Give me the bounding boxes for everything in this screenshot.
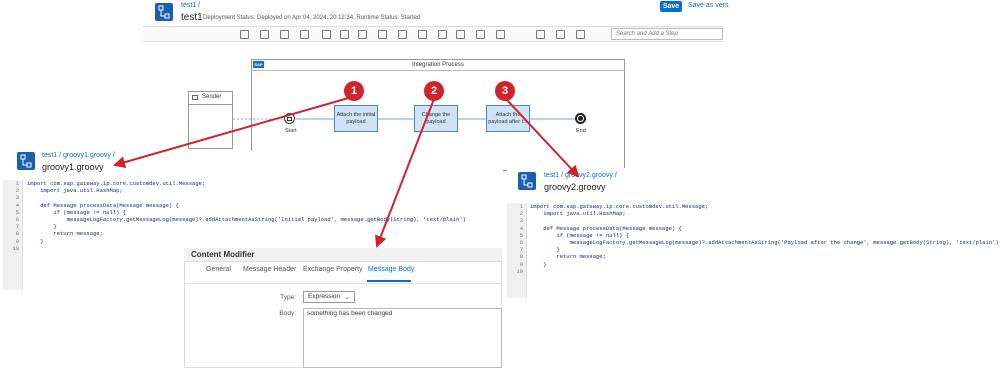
line-number: 1	[519, 203, 523, 210]
groovy1-title: groovy1.groovy	[42, 162, 104, 172]
script-icon	[518, 172, 536, 190]
step-label: Change the payload	[421, 112, 451, 125]
code-line: import java.util.HashMap;	[530, 210, 626, 218]
body-textarea[interactable]: something has been changed	[303, 308, 502, 368]
groovy1-gutter: 1 2 3 4 5 6 7 8 9 10	[3, 180, 23, 290]
line-number: 10	[12, 244, 19, 252]
code-line: return message;	[530, 253, 606, 261]
line-number: 3	[519, 217, 523, 225]
step-change-payload[interactable]: Change the payload	[414, 105, 458, 132]
code-line: }	[27, 237, 44, 245]
line-number: 2	[15, 187, 19, 195]
start-label: Start	[285, 128, 297, 134]
code-line: if (message != null) {	[530, 231, 630, 239]
line-number: 9	[15, 237, 19, 245]
step-attach-payload-after[interactable]: Attach the payload after t...	[486, 105, 530, 132]
end-label: End	[576, 128, 586, 134]
body-label: Body:	[279, 310, 296, 317]
type-select[interactable]: Expression ⌄	[303, 291, 355, 303]
active-tab-indicator	[367, 280, 411, 282]
end-event[interactable]	[575, 113, 586, 124]
line-number: 10	[516, 267, 523, 275]
step-attach-initial-payload[interactable]: Attach the initial payload	[334, 105, 378, 132]
line-number: 2	[519, 210, 523, 218]
groovy2-breadcrumb[interactable]: test1 / groovy2.groovy /	[544, 172, 617, 179]
code-line: def Message processData(Message message)…	[530, 224, 682, 232]
code-line: }	[530, 260, 547, 268]
tab-divider	[184, 283, 502, 284]
type-label: Type:	[280, 294, 296, 301]
tab-message-body[interactable]: Message Body	[368, 266, 414, 273]
code-line: import java.util.HashMap;	[27, 187, 123, 195]
groovy2-title: groovy2.groovy	[544, 182, 606, 192]
groovy2-gutter: 1 2 3 4 5 6 7 8 9 10	[507, 203, 527, 298]
groovy2-code-editor[interactable]: import com.sap.gateway.ip.core.customdev…	[530, 203, 1000, 275]
code-line: def Message processData(Message message)…	[27, 201, 179, 209]
step-label: Attach the payload after t...	[488, 112, 528, 125]
line-number: 7	[519, 246, 523, 254]
line-number: 5	[519, 231, 523, 239]
code-line: }	[530, 246, 560, 254]
end-icon	[578, 116, 583, 121]
annotation-badge-3: 3	[495, 81, 515, 101]
code-line: import com.sap.gateway.ip.core.customdev…	[27, 180, 206, 187]
groovy1-code-editor[interactable]: import com.sap.gateway.ip.core.customdev…	[27, 180, 503, 252]
code-line: if (message != null) {	[27, 208, 127, 216]
chevron-down-icon: ⌄	[344, 294, 350, 301]
code-line: messageLogFactory.getMessageLog(message)…	[530, 238, 999, 246]
line-number: 8	[15, 230, 19, 238]
tab-message-header[interactable]: Message Header	[243, 266, 296, 273]
code-line: import com.sap.gateway.ip.core.customdev…	[530, 203, 709, 210]
line-number: 4	[519, 224, 523, 232]
script-icon	[17, 152, 35, 170]
line-number: 3	[15, 194, 19, 202]
content-modifier-title: Content Modifier	[184, 248, 502, 262]
code-line: return message;	[27, 230, 103, 238]
code-line: }	[27, 223, 57, 231]
line-number: 9	[519, 260, 523, 268]
annotation-badge-2: 2	[424, 81, 444, 101]
line-number: 6	[519, 239, 523, 247]
step-label: Attach the initial payload	[336, 112, 376, 125]
line-number: 7	[15, 223, 19, 231]
type-value: Expression	[308, 293, 341, 300]
tab-general[interactable]: General	[206, 266, 231, 273]
line-number: 8	[519, 253, 523, 261]
code-line: messageLogFactory.getMessageLog(message)…	[27, 215, 466, 223]
line-number: 5	[15, 208, 19, 216]
start-event[interactable]	[284, 113, 295, 124]
groovy1-breadcrumb[interactable]: test1 / groovy1.groovy /	[42, 152, 115, 159]
line-number: 1	[15, 180, 19, 187]
tab-exchange-property[interactable]: Exchange Property	[303, 266, 363, 273]
line-number: 6	[15, 216, 19, 224]
line-number: 4	[15, 201, 19, 209]
envelope-icon	[287, 117, 292, 121]
annotation-badge-1: 1	[344, 81, 364, 101]
